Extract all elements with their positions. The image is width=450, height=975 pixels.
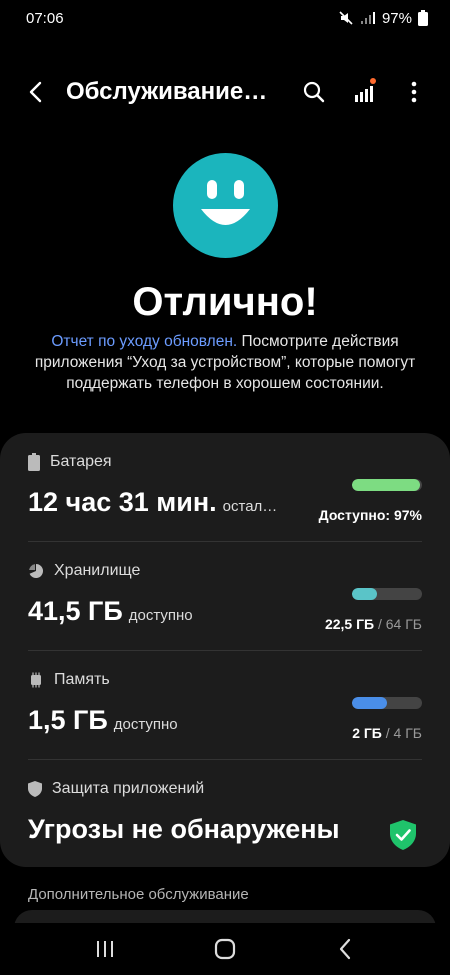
signal-icon xyxy=(360,12,375,24)
recent-apps-icon xyxy=(97,941,113,957)
battery-percent: 97% xyxy=(381,9,412,27)
memory-usage: 2 ГБ / 4 ГБ xyxy=(352,725,422,741)
additional-maintenance-title: Дополнительное обслуживание xyxy=(28,886,249,903)
storage-suffix: доступно xyxy=(128,607,193,624)
more-options-button[interactable] xyxy=(396,74,432,110)
care-report-link[interactable]: Отчет по уходу обновлен. xyxy=(51,333,237,350)
battery-row[interactable]: Батарея 12 час 31 мин. остал… Доступно: … xyxy=(28,433,422,542)
care-description: Отчет по уходу обновлен. Посмотрите дейс… xyxy=(30,331,420,394)
memory-bar xyxy=(352,697,422,709)
system-nav-bar xyxy=(0,923,450,975)
storage-row[interactable]: Хранилище 41,5 ГБ доступно 22,5 ГБ / 64 … xyxy=(28,542,422,651)
page-title: Обслуживание… xyxy=(66,78,268,105)
battery-bar xyxy=(352,479,422,491)
chevron-left-icon xyxy=(29,81,42,103)
nav-back-button[interactable] xyxy=(327,931,363,967)
protection-label: Защита приложений xyxy=(52,780,205,797)
app-protection-row[interactable]: Защита приложений Угрозы не обнаружены xyxy=(28,760,422,868)
storage-total: / 64 ГБ xyxy=(377,616,422,632)
battery-available: Доступно: 97% xyxy=(318,507,422,523)
search-icon xyxy=(303,81,325,103)
notification-dot xyxy=(370,78,376,84)
mute-icon xyxy=(339,11,353,25)
storage-bar-fill xyxy=(352,588,377,600)
storage-label: Хранилище xyxy=(54,562,141,579)
status-bar: 07:06 97% xyxy=(0,0,450,36)
storage-usage: 22,5 ГБ / 64 ГБ xyxy=(325,616,422,632)
home-icon xyxy=(214,938,236,960)
battery-label: Батарея xyxy=(50,453,112,470)
pie-chart-icon xyxy=(29,564,44,578)
battery-bar-fill xyxy=(352,479,420,491)
memory-suffix: доступно xyxy=(113,716,178,733)
battery-icon xyxy=(28,453,40,471)
protection-status: Угрозы не обнаружены xyxy=(28,814,340,844)
home-button[interactable] xyxy=(207,931,243,967)
memory-used: 2 ГБ xyxy=(352,725,382,741)
status-time: 07:06 xyxy=(26,9,64,27)
memory-total: / 4 ГБ xyxy=(385,725,422,741)
diagnostics-button[interactable] xyxy=(346,74,382,110)
battery-icon xyxy=(418,10,428,26)
search-button[interactable] xyxy=(296,74,332,110)
smiley-face-icon xyxy=(173,153,278,258)
back-button[interactable] xyxy=(18,74,54,110)
bar-chart-icon xyxy=(355,86,373,102)
status-icons: 97% xyxy=(338,10,428,27)
status-headline: Отлично! xyxy=(132,280,318,324)
shield-check-icon xyxy=(390,820,416,855)
memory-row[interactable]: Память 1,5 ГБ доступно 2 ГБ / 4 ГБ xyxy=(28,651,422,760)
recent-apps-button[interactable] xyxy=(87,931,123,967)
shield-icon xyxy=(28,781,42,797)
battery-suffix: остал… xyxy=(222,498,278,515)
back-icon xyxy=(339,938,351,960)
app-bar: Обслуживание… xyxy=(0,64,450,120)
maintenance-card: Батарея 12 час 31 мин. остал… Доступно: … xyxy=(0,433,450,867)
more-vertical-icon xyxy=(411,81,417,103)
battery-time-left: 12 час 31 мин. xyxy=(28,487,217,517)
app-bar-actions xyxy=(296,74,432,110)
storage-available: 41,5 ГБ xyxy=(28,596,123,626)
storage-bar xyxy=(352,588,422,600)
memory-label: Память xyxy=(54,671,110,688)
memory-bar-fill xyxy=(352,697,387,709)
memory-available: 1,5 ГБ xyxy=(28,705,108,735)
memory-chip-icon xyxy=(31,672,41,688)
storage-used: 22,5 ГБ xyxy=(324,616,375,632)
